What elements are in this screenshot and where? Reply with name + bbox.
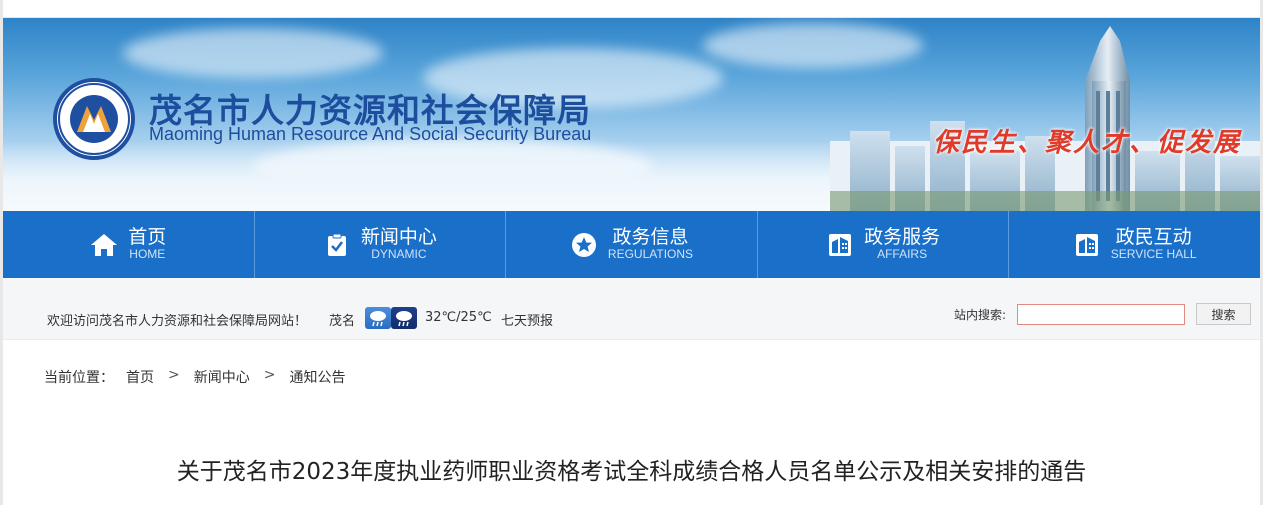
breadcrumb-separator: > (168, 367, 180, 383)
site-title-en: Maoming Human Resource And Social Securi… (149, 124, 592, 144)
search-label: 站内搜索: (954, 308, 1007, 322)
breadcrumb-notices[interactable]: 通知公告 (289, 367, 345, 387)
main-nav: 首页 HOME 新闻中心 DYNAMIC 政务信息 REGULATIONS 政务… (3, 211, 1260, 278)
welcome-text: 欢迎访问茂名市人力资源和社会保障局网站！ (47, 314, 308, 329)
nav-label-cn: 新闻中心 (360, 226, 437, 249)
nav-item-interaction[interactable]: 政民互动 SERVICE HALL (1009, 211, 1260, 278)
nav-item-gov-info[interactable]: 政务信息 REGULATIONS (506, 211, 758, 278)
breadcrumb-news[interactable]: 新闻中心 (194, 367, 250, 387)
nav-label-cn: 首页 (128, 226, 167, 249)
nav-label-en: AFFAIRS (877, 247, 928, 262)
page: 茂名市人力资源和社会保障局 Maoming Human Resource And… (0, 0, 1263, 505)
building-icon (1073, 231, 1101, 259)
nav-label-cn: 政务服务 (864, 226, 941, 249)
breadcrumb-home[interactable]: 首页 (126, 367, 154, 387)
weather-city: 茂名 (329, 314, 356, 329)
nav-label-en: HOME (129, 247, 166, 262)
article-title: 关于茂名市2023年度执业药师职业资格考试全科成绩合格人员名单公示及相关安排的通… (176, 459, 1087, 485)
breadcrumb: 当前位置： 首页 > 新闻中心 > 通知公告 (44, 367, 345, 387)
search-button[interactable]: 搜索 (1196, 303, 1251, 325)
nav-label-en: REGULATIONS (607, 247, 694, 262)
rain-night-icon (391, 307, 417, 329)
breadcrumb-label: 当前位置： (44, 370, 114, 386)
home-icon (90, 231, 118, 259)
bureau-emblem-icon (53, 78, 135, 160)
header-banner: 茂名市人力资源和社会保障局 Maoming Human Resource And… (3, 18, 1260, 211)
nav-label-cn: 政民互动 (1115, 226, 1192, 249)
rain-day-icon (365, 307, 391, 329)
nav-label-en: SERVICE HALL (1110, 247, 1197, 262)
clipboard-check-icon (323, 231, 351, 259)
nav-item-news[interactable]: 新闻中心 DYNAMIC (255, 211, 507, 278)
building-icon (826, 231, 854, 259)
info-bar: 欢迎访问茂名市人力资源和社会保障局网站！ 茂名 32℃/25℃ 七天预报 站内搜… (3, 278, 1260, 340)
nav-item-home[interactable]: 首页 HOME (3, 211, 255, 278)
banner-slogan: 保民生、聚人才、促发展 (933, 128, 1242, 158)
nav-item-gov-service[interactable]: 政务服务 AFFAIRS (758, 211, 1010, 278)
city-skyline-image (830, 26, 1260, 211)
nav-label-cn: 政务信息 (612, 226, 689, 249)
nav-label-en: DYNAMIC (371, 247, 427, 262)
seven-day-forecast-link[interactable]: 七天预报 (501, 310, 553, 329)
search-input[interactable] (1017, 304, 1185, 325)
breadcrumb-separator: > (263, 367, 276, 383)
star-icon (570, 231, 598, 259)
temperature: 32℃/25℃ (425, 310, 492, 325)
top-strip (0, 0, 1263, 18)
